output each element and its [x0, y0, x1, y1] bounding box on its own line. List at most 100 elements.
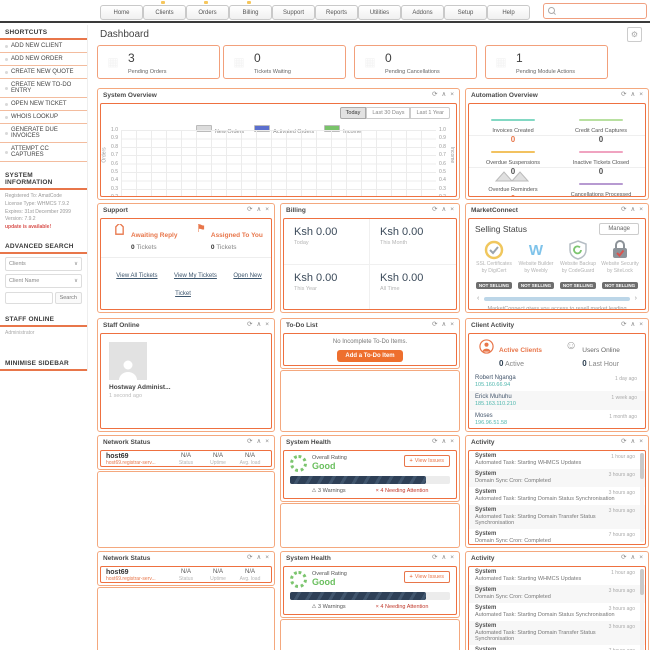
server-domain-link[interactable]: host69.registrar-serv... — [106, 460, 170, 466]
stat-tickets-waiting[interactable]: ▦ 0 Tickets Waiting — [223, 45, 346, 79]
scroll-left-icon[interactable]: ‹ — [477, 295, 479, 302]
collapse-icon[interactable]: ∧ — [441, 92, 446, 99]
refresh-icon[interactable]: ⟳ — [432, 555, 437, 562]
collapse-icon[interactable]: ∧ — [630, 207, 635, 214]
tab-clients[interactable]: Clients — [143, 5, 186, 20]
tab-orders[interactable]: Orders — [186, 5, 229, 20]
sidebar-item-attempt-cc-captures[interactable]: ATTEMPT CC CAPTURES — [0, 143, 87, 162]
client-row[interactable]: Robert Nganga 105.160.66.94 1 day ago — [469, 372, 645, 391]
close-icon[interactable]: × — [265, 439, 269, 446]
close-icon[interactable]: × — [639, 439, 643, 446]
refresh-icon[interactable]: ⟳ — [621, 555, 626, 562]
refresh-icon[interactable]: ⟳ — [432, 207, 437, 214]
refresh-icon[interactable]: ⟳ — [247, 555, 252, 562]
close-icon[interactable]: × — [450, 92, 454, 99]
close-icon[interactable]: × — [450, 439, 454, 446]
range-30days-button[interactable]: Last 30 Days — [366, 107, 411, 119]
close-icon[interactable]: × — [450, 322, 454, 329]
global-search-box[interactable] — [543, 3, 647, 19]
license-type: License Type: WHMCS 7.9.2 — [5, 200, 70, 207]
collapse-icon[interactable]: ∧ — [441, 322, 446, 329]
client-row[interactable]: Erick Muhuhu 185.163.110.210 1 week ago — [469, 391, 645, 410]
close-icon[interactable]: × — [639, 207, 643, 214]
product-website-security[interactable]: Website Security by SiteLock NOT SELLING — [599, 239, 641, 292]
sidebar-item-generate-due-invoices[interactable]: GENERATE DUE INVOICES — [0, 124, 87, 143]
refresh-icon[interactable]: ⟳ — [247, 322, 252, 329]
advanced-search-input[interactable] — [5, 291, 53, 304]
stat-pending-orders[interactable]: ▦ 3 Pending Orders — [97, 45, 220, 79]
view-all-tickets-link[interactable]: View All Tickets — [116, 273, 157, 279]
refresh-icon[interactable]: ⟳ — [621, 207, 626, 214]
collapse-icon[interactable]: ∧ — [630, 439, 635, 446]
refresh-icon[interactable]: ⟳ — [432, 322, 437, 329]
close-icon[interactable]: × — [450, 207, 454, 214]
sidebar-item-whois-lookup[interactable]: WHOIS LOOKUP — [0, 111, 87, 124]
close-icon[interactable]: × — [639, 92, 643, 99]
horizontal-scrollbar[interactable] — [484, 296, 630, 301]
collapse-icon[interactable]: ∧ — [630, 322, 635, 329]
collapse-icon[interactable]: ∧ — [256, 322, 261, 329]
tab-utilities[interactable]: Utilities — [358, 5, 401, 20]
tab-help[interactable]: Help — [487, 5, 530, 20]
scroll-right-icon[interactable]: › — [635, 295, 637, 302]
product-website-builder[interactable]: W Website Builder by Weebly NOT SELLING — [515, 239, 557, 292]
sidebar-item-add-new-client[interactable]: ADD NEW CLIENT — [0, 40, 87, 53]
sidebar-item-create-todo-entry[interactable]: CREATE NEW TO-DO ENTRY — [0, 79, 87, 98]
collapse-icon[interactable]: ∧ — [441, 207, 446, 214]
collapse-icon[interactable]: ∧ — [441, 439, 446, 446]
client-ip-link[interactable]: 185.163.110.210 — [475, 401, 639, 407]
collapse-icon[interactable]: ∧ — [256, 555, 261, 562]
server-domain-link[interactable]: host69.registrar-serv... — [106, 576, 170, 582]
manage-button[interactable]: Manage — [599, 223, 639, 235]
view-issues-button[interactable]: + View Issues — [403, 571, 450, 583]
stat-pending-module-actions[interactable]: ▦ 1 Pending Module Actions — [485, 45, 608, 79]
view-issues-button[interactable]: + View Issues — [403, 455, 450, 467]
minimise-sidebar-button[interactable]: MINIMISE SIDEBAR — [0, 356, 87, 371]
refresh-icon[interactable]: ⟳ — [621, 439, 626, 446]
view-my-tickets-link[interactable]: View My Tickets — [174, 273, 217, 279]
range-1year-button[interactable]: Last 1 Year — [410, 107, 450, 119]
stat-pending-cancellations[interactable]: ▦ 0 Pending Cancellations — [354, 45, 477, 79]
search-type-select[interactable]: Clients ∨ — [5, 256, 82, 271]
sidebar-item-open-new-ticket[interactable]: OPEN NEW TICKET — [0, 98, 87, 111]
refresh-icon[interactable]: ⟳ — [432, 92, 437, 99]
client-ip-link[interactable]: 105.160.66.94 — [475, 382, 639, 388]
tab-addons[interactable]: Addons — [401, 5, 444, 20]
tab-reports[interactable]: Reports — [315, 5, 358, 20]
collapse-icon[interactable]: ∧ — [441, 555, 446, 562]
global-search-input[interactable] — [557, 5, 645, 17]
update-available-link[interactable]: update is available! — [5, 224, 82, 232]
client-ip-link[interactable]: 196.96.51.58 — [475, 420, 639, 426]
collapse-icon[interactable]: ∧ — [630, 555, 635, 562]
collapse-icon[interactable]: ∧ — [256, 439, 261, 446]
add-todo-button[interactable]: Add a To-Do Item — [337, 350, 403, 362]
client-row[interactable]: Moses 196.96.51.58 1 month ago — [469, 410, 645, 428]
advanced-search-button[interactable]: Search — [54, 291, 82, 304]
close-icon[interactable]: × — [639, 322, 643, 329]
search-field-select[interactable]: Client Name ∨ — [5, 273, 82, 288]
activity-scrollbar[interactable] — [640, 453, 644, 542]
refresh-icon[interactable]: ⟳ — [247, 439, 252, 446]
sidebar-item-create-new-quote[interactable]: CREATE NEW QUOTE — [0, 66, 87, 79]
close-icon[interactable]: × — [265, 322, 269, 329]
activity-scrollbar[interactable] — [640, 569, 644, 650]
close-icon[interactable]: × — [450, 555, 454, 562]
dashboard-settings-button[interactable]: ⚙ — [627, 27, 642, 42]
refresh-icon[interactable]: ⟳ — [621, 322, 626, 329]
close-icon[interactable]: × — [265, 207, 269, 214]
refresh-icon[interactable]: ⟳ — [247, 207, 252, 214]
tab-home[interactable]: Home — [100, 5, 143, 20]
refresh-icon[interactable]: ⟳ — [621, 92, 626, 99]
sidebar-item-add-new-order[interactable]: ADD NEW ORDER — [0, 53, 87, 66]
close-icon[interactable]: × — [265, 555, 269, 562]
product-website-backup[interactable]: Website Backup by CodeGuard NOT SELLING — [557, 239, 599, 292]
close-icon[interactable]: × — [639, 555, 643, 562]
collapse-icon[interactable]: ∧ — [256, 207, 261, 214]
tab-billing[interactable]: Billing — [229, 5, 272, 20]
refresh-icon[interactable]: ⟳ — [432, 439, 437, 446]
product-ssl-certificates[interactable]: SSL Certificates by DigiCert NOT SELLING — [473, 239, 515, 292]
range-today-button[interactable]: Today — [339, 107, 367, 119]
collapse-icon[interactable]: ∧ — [630, 92, 635, 99]
tab-support[interactable]: Support — [272, 5, 315, 20]
tab-setup[interactable]: Setup — [444, 5, 487, 20]
